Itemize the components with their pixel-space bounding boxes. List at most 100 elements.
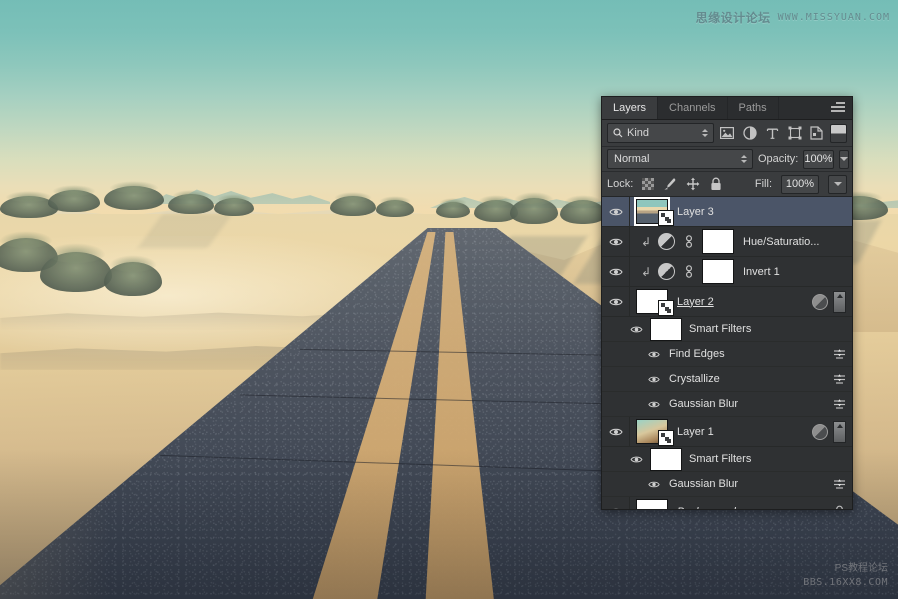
table-row[interactable]: Layer 1 — [602, 417, 852, 447]
mask-link-icon[interactable] — [682, 265, 696, 278]
layer-name[interactable]: Layer 1 — [677, 426, 714, 438]
smart-filter-fx-icon[interactable] — [812, 423, 828, 440]
layer-thumbnail[interactable] — [634, 197, 674, 226]
table-row[interactable]: ↲ Invert 1 — [602, 257, 852, 287]
smart-filter-name[interactable]: Gaussian Blur — [669, 478, 738, 490]
watermark-bottom-line1: PS教程论坛 — [834, 563, 888, 574]
filter-blending-options-icon[interactable] — [832, 478, 846, 490]
layer-visibility-toggle[interactable] — [602, 497, 630, 509]
smart-object-badge-icon — [658, 430, 674, 446]
layer-name[interactable]: Invert 1 — [743, 266, 780, 278]
layer-visibility-toggle[interactable] — [602, 197, 630, 226]
opacity-dropdown-icon[interactable] — [838, 149, 849, 169]
fill-label: Fill: — [754, 178, 772, 190]
smart-filter-visibility-toggle[interactable] — [646, 400, 662, 409]
layer-name[interactable]: Background — [677, 506, 736, 510]
list-item[interactable]: Find Edges — [602, 342, 852, 367]
eye-icon — [608, 268, 623, 275]
layer-row-icons — [812, 290, 852, 313]
shape-filter-icon[interactable] — [786, 124, 804, 143]
list-item[interactable]: Smart Filters — [602, 447, 852, 472]
list-item[interactable]: Crystallize — [602, 367, 852, 392]
layer-row-icons — [812, 420, 852, 443]
layer-visibility-toggle[interactable] — [602, 257, 630, 286]
blend-mode-select[interactable]: Normal — [607, 149, 753, 169]
list-item[interactable]: Gaussian Blur — [602, 392, 852, 417]
lock-image-pixels-icon[interactable] — [663, 177, 677, 191]
invert-icon[interactable] — [658, 263, 675, 280]
type-filter-icon[interactable] — [763, 124, 781, 143]
lock-label: Lock: — [607, 178, 634, 190]
layer-name[interactable]: Hue/Saturatio... — [743, 236, 819, 248]
smart-filter-visibility-toggle[interactable] — [646, 375, 662, 384]
filter-enable-toggle[interactable] — [830, 123, 847, 143]
eye-icon — [648, 481, 660, 487]
layer-thumbnail[interactable] — [636, 419, 674, 446]
fill-input[interactable]: 100% — [781, 174, 819, 194]
expand-collapse-icon[interactable] — [833, 420, 846, 443]
list-item[interactable]: Smart Filters — [602, 317, 852, 342]
layer-mask-thumbnail[interactable] — [702, 259, 734, 284]
smart-filter-name[interactable]: Crystallize — [669, 373, 720, 385]
mask-link-icon[interactable] — [682, 235, 696, 248]
smart-filters-label: Smart Filters — [689, 323, 752, 335]
table-row[interactable]: Background — [602, 497, 852, 509]
smart-filters-visibility-toggle[interactable] — [628, 325, 644, 334]
smart-filter-visibility-toggle[interactable] — [646, 350, 662, 359]
list-item[interactable]: Gaussian Blur — [602, 472, 852, 497]
layer-name[interactable]: Layer 2 — [677, 296, 714, 308]
layer-filter-row: Kind — [602, 120, 852, 147]
panel-menu-icon[interactable] — [831, 102, 847, 114]
filter-kind-select[interactable]: Kind — [607, 123, 715, 143]
locked-layer-icon — [832, 505, 846, 509]
layer-thumbnail[interactable] — [636, 499, 668, 509]
layer-visibility-toggle[interactable] — [602, 227, 630, 256]
lock-all-icon[interactable] — [709, 177, 723, 191]
filter-blending-options-icon[interactable] — [832, 398, 846, 410]
smart-filter-name[interactable]: Find Edges — [669, 348, 725, 360]
layer-mask-thumbnail[interactable] — [702, 229, 734, 254]
table-row[interactable]: Layer 2 — [602, 287, 852, 317]
image-filter-icon[interactable] — [718, 124, 736, 143]
filter-blending-options-icon[interactable] — [832, 373, 846, 385]
eye-icon — [608, 298, 623, 305]
tab-channels-label: Channels — [669, 102, 716, 114]
adjustment-filter-icon[interactable] — [741, 124, 759, 143]
tab-channels[interactable]: Channels — [658, 97, 728, 119]
smart-filter-row-icons — [832, 398, 852, 410]
smart-filter-mask-thumbnail[interactable] — [650, 447, 682, 471]
smart-object-badge-icon — [658, 300, 674, 316]
layer-visibility-toggle[interactable] — [602, 287, 630, 316]
smart-filter-name[interactable]: Gaussian Blur — [669, 398, 738, 410]
table-row[interactable]: ↲ Hue/Saturatio... — [602, 227, 852, 257]
smart-object-filter-icon[interactable] — [808, 124, 826, 143]
lock-fill-row: Lock: Fill: 100% — [602, 172, 852, 197]
fill-dropdown-icon[interactable] — [828, 174, 847, 194]
table-row[interactable]: Layer 3 — [602, 197, 852, 227]
tab-paths[interactable]: Paths — [728, 97, 779, 119]
stepper-caret-icon — [702, 129, 709, 137]
hue-saturation-icon[interactable] — [658, 233, 675, 250]
opacity-input[interactable]: 100% — [803, 149, 834, 169]
lock-position-icon[interactable] — [686, 177, 700, 191]
panel-tab-bar: Layers Channels Paths — [602, 97, 852, 120]
lock-transparency-icon[interactable] — [642, 178, 655, 190]
smart-filter-visibility-toggle[interactable] — [646, 480, 662, 489]
layer-name[interactable]: Layer 3 — [677, 206, 714, 218]
smart-filters-visibility-toggle[interactable] — [628, 455, 644, 464]
smart-filter-fx-icon[interactable] — [812, 293, 828, 310]
filter-blending-options-icon[interactable] — [832, 348, 846, 360]
smart-filter-mask-thumbnail[interactable] — [650, 317, 682, 341]
layer-thumbnail[interactable] — [636, 289, 674, 316]
eye-icon — [608, 428, 623, 435]
tab-layers[interactable]: Layers — [602, 97, 659, 119]
layers-panel[interactable]: Layers Channels Paths Kind Normal Opacit… — [601, 96, 853, 510]
expand-collapse-icon[interactable] — [833, 290, 846, 313]
watermark-top-chinese: 思缘设计论坛 — [695, 11, 771, 25]
eye-icon — [611, 508, 620, 509]
smart-object-badge-icon — [658, 210, 674, 226]
eye-icon — [608, 208, 623, 215]
layer-row-icons — [832, 505, 852, 509]
layer-list[interactable]: Layer 3 ↲ Hue/Saturatio... ↲ Invert 1 La… — [602, 197, 852, 509]
layer-visibility-toggle[interactable] — [602, 417, 630, 446]
